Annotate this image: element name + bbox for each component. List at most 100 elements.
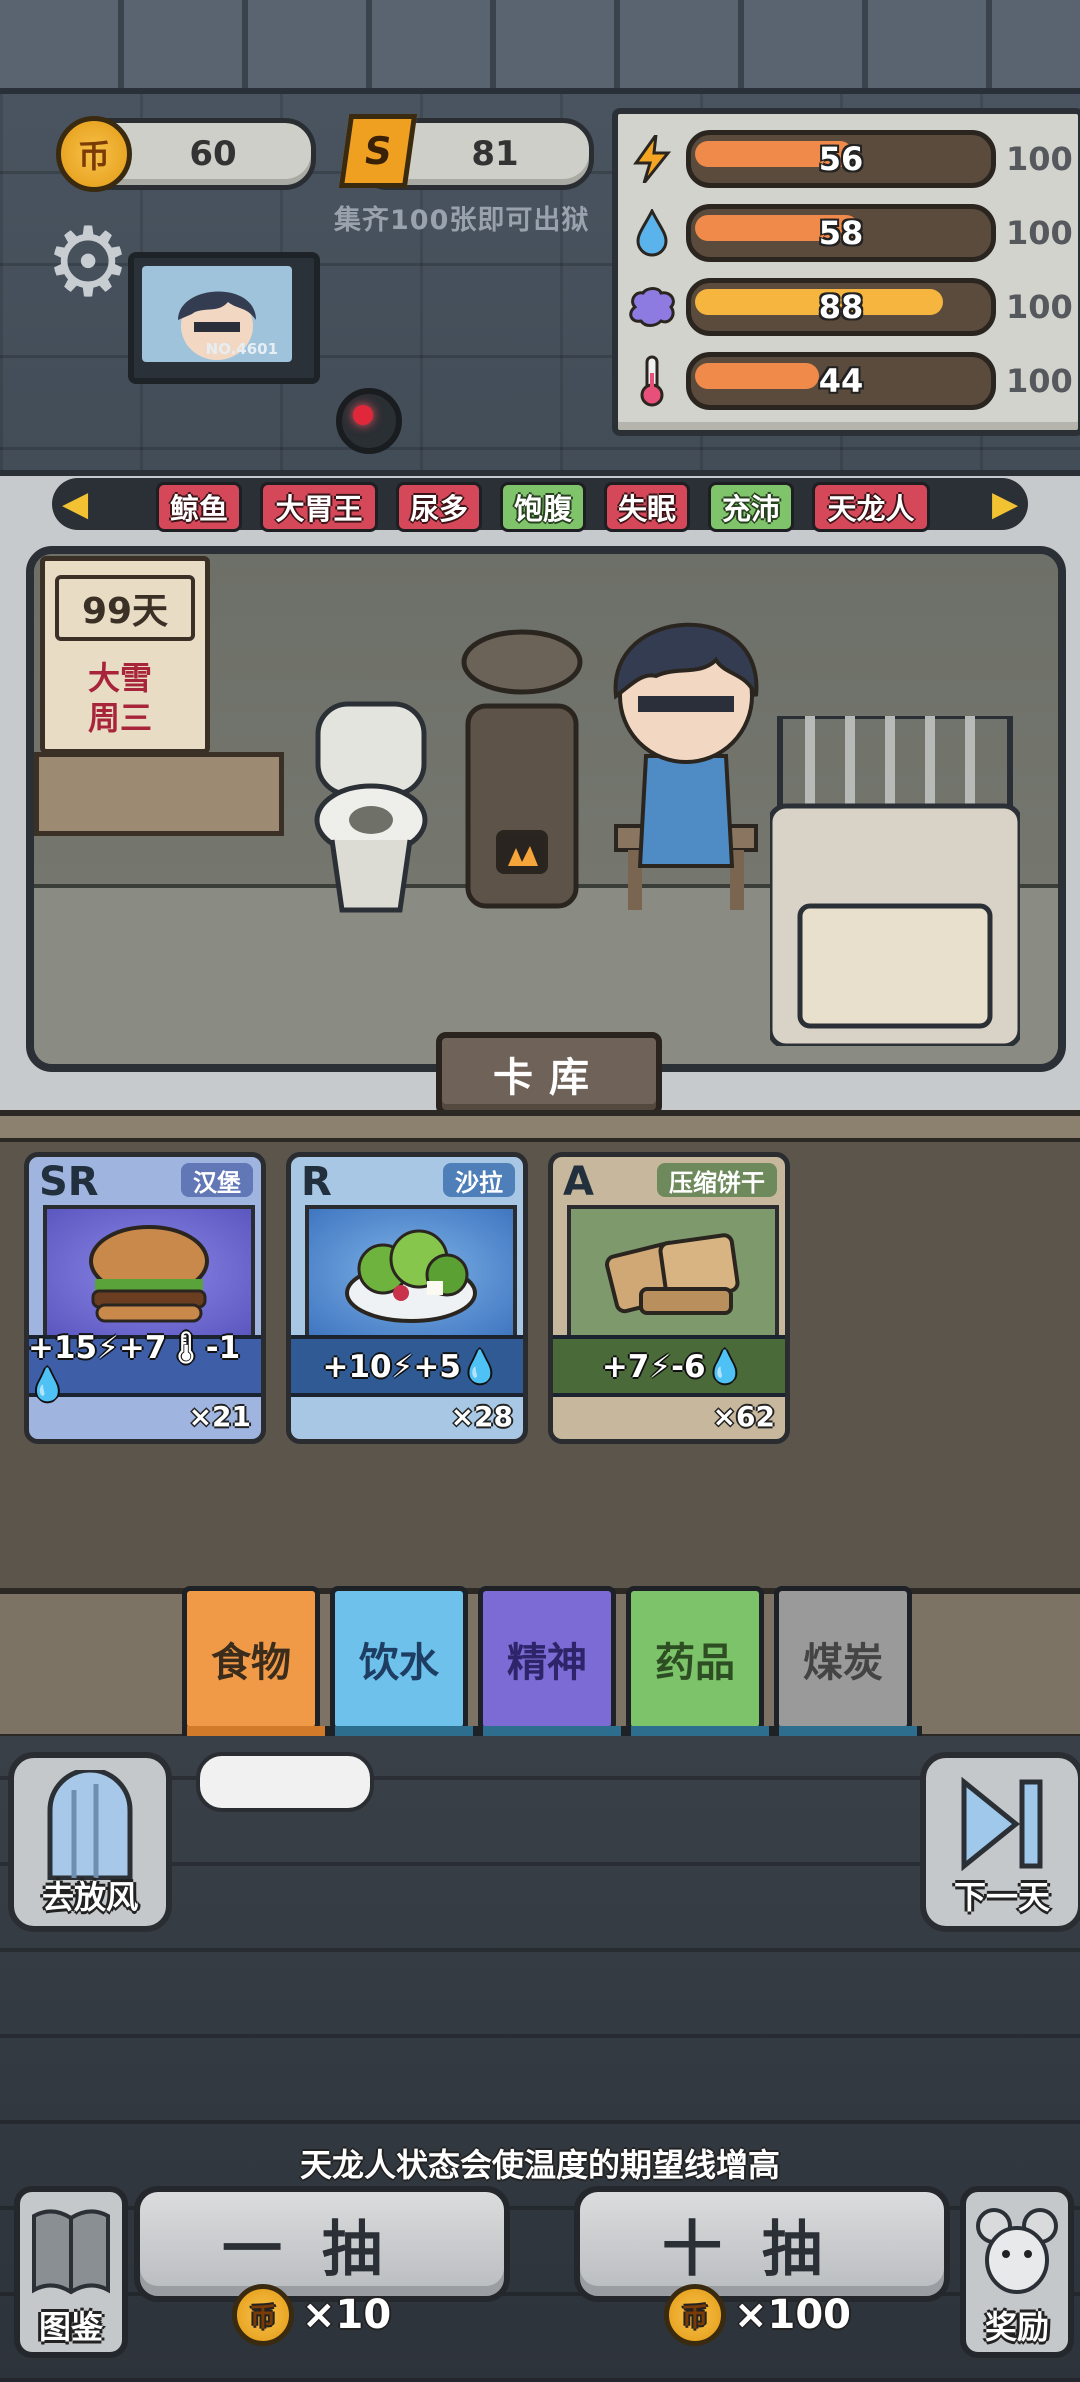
tag-big-eater[interactable]: 大胃王: [260, 482, 378, 532]
calendar-poster: 99天 大雪 周三: [40, 556, 210, 754]
category-coal[interactable]: 煤炭: [774, 1586, 922, 1751]
monitor-screen: NO.4601: [142, 266, 292, 362]
card-salad[interactable]: R 沙拉 +10⚡+5💧 ×28: [286, 1152, 528, 1444]
category-mind[interactable]: 精神: [478, 1586, 626, 1751]
draw-ten-cost-value: ×100: [734, 2292, 852, 2338]
coin-icon: 币: [232, 2284, 294, 2346]
tag-insomnia[interactable]: 失眠: [604, 482, 690, 532]
card-name: 压缩饼干: [657, 1163, 777, 1197]
bed-icon[interactable]: [770, 716, 1020, 1046]
prisoner-number: NO.4601: [205, 340, 278, 358]
thought-bubble: [196, 1752, 374, 1812]
stat-row-energy: 56 100: [618, 126, 1078, 192]
tag-celestial-dragon[interactable]: 天龙人: [812, 482, 930, 532]
card-library-title: 卡库: [436, 1032, 662, 1116]
salad-icon: [305, 1205, 517, 1339]
energy-bar: 56: [686, 130, 996, 188]
calendar-day: 99天: [55, 575, 195, 641]
draw-one-cost-value: ×10: [302, 2292, 392, 2338]
tags-left-arrow-icon[interactable]: ◀: [62, 486, 88, 522]
category-label: 药品: [655, 1640, 735, 1686]
coin-icon: 币: [56, 116, 132, 192]
coin-glyph: 币: [249, 2302, 276, 2333]
tag-whale[interactable]: 鲸鱼: [156, 482, 242, 532]
draw-one-label: 一抽: [222, 2214, 422, 2285]
stats-board: 56 100 58 100 88 100 44 100: [612, 108, 1080, 436]
category-medicine[interactable]: 药品: [626, 1586, 774, 1751]
stat-row-temperature: 44 100: [618, 348, 1078, 414]
prisoner-character[interactable]: [576, 576, 796, 926]
card-effects: +10⚡+5💧: [291, 1335, 523, 1397]
energy-max: 100: [1006, 140, 1073, 178]
coin-glyph: 币: [77, 137, 110, 175]
energy-value: 56: [818, 140, 864, 178]
thermometer-icon: [626, 355, 678, 407]
mind-max: 100: [1006, 288, 1073, 326]
draw-one-cost: 币 ×10: [232, 2282, 391, 2348]
mind-bar: 88: [686, 278, 996, 336]
card-effects: +15⚡+7🌡-1💧: [29, 1330, 261, 1403]
temperature-max: 100: [1006, 362, 1073, 400]
brain-icon: [626, 281, 678, 333]
draw-ten-label: 十抽: [662, 2214, 862, 2285]
mind-value: 88: [818, 288, 864, 326]
category-food[interactable]: 食物: [182, 1586, 330, 1751]
mouse-icon: [976, 2208, 1058, 2294]
compressed-biscuit-icon: [567, 1205, 779, 1339]
card-rank: R: [301, 1159, 332, 1205]
go-out-button[interactable]: 去放风: [8, 1752, 172, 1932]
card-count: ×28: [450, 1400, 513, 1433]
coal-stove-icon[interactable]: [458, 626, 586, 926]
category-label: 食物: [211, 1640, 291, 1686]
tag-energetic[interactable]: 充沛: [708, 482, 794, 532]
temperature-value: 44: [818, 362, 864, 400]
water-drop-icon: [626, 207, 678, 259]
tag-full[interactable]: 饱腹: [500, 482, 586, 532]
calendar-weekday: 周三: [87, 699, 152, 737]
card-rank: SR: [39, 1159, 99, 1205]
card-name: 沙拉: [443, 1163, 515, 1197]
card-hamburger[interactable]: SR 汉堡 +15⚡+7🌡-1💧 ×21: [24, 1152, 266, 1444]
handbook-label: 图鉴: [38, 2308, 103, 2346]
tags-right-arrow-icon[interactable]: ▶: [992, 486, 1018, 522]
card-rank: A: [563, 1159, 594, 1205]
ticket-glyph: S: [361, 129, 395, 173]
go-out-label: 去放风: [41, 1878, 138, 1916]
collect-hint: 集齐100张即可出狱: [334, 205, 590, 236]
card-count: ×62: [712, 1400, 775, 1433]
card-effects: +7⚡-6💧: [553, 1335, 785, 1397]
reward-button[interactable]: 奖励: [960, 2186, 1074, 2358]
water-bar: 58: [686, 204, 996, 262]
coin-value: 60: [189, 134, 237, 174]
coin-glyph: 币: [681, 2302, 708, 2333]
ticket-value: 81: [471, 134, 519, 174]
stat-row-water: 58 100: [618, 200, 1078, 266]
lightning-icon: [626, 133, 678, 185]
category-label: 饮水: [359, 1640, 439, 1686]
category-label: 煤炭: [803, 1640, 883, 1686]
surveillance-monitor: NO.4601: [128, 252, 320, 384]
coin-icon: 币: [664, 2284, 726, 2346]
reward-label: 奖励: [984, 2308, 1049, 2346]
temperature-bar: 44: [686, 352, 996, 410]
stat-row-mind: 88 100: [618, 274, 1078, 340]
gear-icon[interactable]: ⚙: [40, 214, 136, 310]
category-water[interactable]: 饮水: [330, 1586, 478, 1751]
desk: [34, 752, 284, 836]
draw-ten-cost: 币 ×100: [664, 2282, 851, 2348]
card-compressed-biscuit[interactable]: A 压缩饼干 +7⚡-6💧 ×62: [548, 1152, 790, 1444]
handbook-button[interactable]: 图鉴: [14, 2186, 128, 2358]
tag-frequent-urination[interactable]: 尿多: [396, 482, 482, 532]
door-icon: [47, 1770, 133, 1880]
top-beam: [0, 0, 1080, 94]
category-label: 精神: [507, 1640, 587, 1686]
status-hint: 天龙人状态会使温度的期望线增高: [299, 2146, 780, 2184]
card-count: ×21: [188, 1400, 251, 1433]
skip-forward-icon: [961, 1776, 1043, 1872]
book-icon: [32, 2209, 110, 2295]
toilet-icon[interactable]: [312, 700, 430, 920]
card-name: 汉堡: [181, 1163, 253, 1197]
ticket-s-icon: S: [338, 114, 418, 188]
next-day-button[interactable]: 下一天: [920, 1752, 1080, 1932]
record-light-icon: [336, 388, 402, 454]
